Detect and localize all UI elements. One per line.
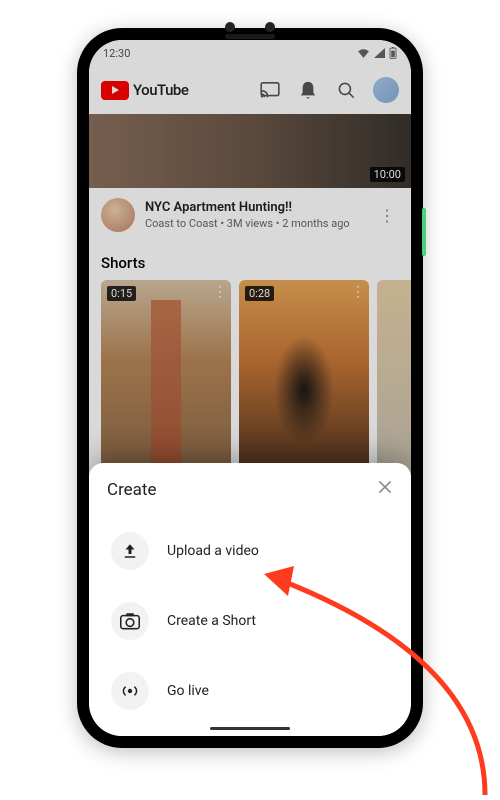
speaker <box>225 34 275 39</box>
video-meta-row[interactable]: NYC Apartment Hunting!! Coast to Coast •… <box>89 188 411 242</box>
video-subtitle: Coast to Coast • 3M views • 2 months ago <box>145 217 365 230</box>
cast-icon[interactable] <box>259 79 281 101</box>
kebab-icon[interactable]: ⋮ <box>375 206 399 225</box>
live-icon <box>111 672 149 710</box>
create-short-item[interactable]: Create a Short <box>107 586 393 656</box>
upload-video-item[interactable]: Upload a video <box>107 516 393 586</box>
shorts-shelf[interactable]: 0:15 ⋮ 0:28 ⋮ <box>89 280 411 480</box>
kebab-icon[interactable]: ⋮ <box>213 284 227 300</box>
status-bar: 12:30 <box>89 40 411 66</box>
duration-badge: 10:00 <box>370 167 405 182</box>
create-bottom-sheet: Create Upload a video Create a Short <box>89 463 411 736</box>
phone-frame: 12:30 YouTube 10: <box>77 28 423 748</box>
duration-badge: 0:28 <box>245 286 274 301</box>
search-icon[interactable] <box>335 79 357 101</box>
youtube-logo[interactable]: YouTube <box>101 81 188 100</box>
duration-badge: 0:15 <box>107 286 136 301</box>
status-time: 12:30 <box>103 47 130 60</box>
front-camera <box>265 22 275 32</box>
shorts-heading: Shorts <box>89 242 411 280</box>
power-button <box>422 208 426 256</box>
featured-thumbnail[interactable]: 10:00 <box>89 114 411 188</box>
front-camera <box>225 22 235 32</box>
short-card[interactable]: 0:28 ⋮ <box>239 280 369 480</box>
kebab-icon[interactable]: ⋮ <box>351 284 365 300</box>
channel-avatar[interactable] <box>101 198 135 232</box>
wifi-icon <box>357 48 370 58</box>
video-title: NYC Apartment Hunting!! <box>145 200 365 216</box>
sheet-item-label: Upload a video <box>167 543 259 559</box>
bell-icon[interactable] <box>297 79 319 101</box>
screen: 12:30 YouTube 10: <box>89 40 411 736</box>
battery-icon <box>389 47 397 59</box>
signal-icon <box>374 48 385 58</box>
close-icon[interactable] <box>377 479 393 500</box>
sheet-item-label: Create a Short <box>167 613 256 629</box>
brand-text: YouTube <box>133 81 188 99</box>
app-header: YouTube <box>89 66 411 114</box>
short-card[interactable]: 0:15 ⋮ <box>101 280 231 480</box>
go-live-item[interactable]: Go live <box>107 656 393 726</box>
upload-icon <box>111 532 149 570</box>
home-indicator[interactable] <box>210 727 290 730</box>
sheet-title: Create <box>107 480 157 500</box>
avatar[interactable] <box>373 77 399 103</box>
camera-icon <box>111 602 149 640</box>
short-card[interactable] <box>377 280 411 480</box>
sheet-item-label: Go live <box>167 683 209 699</box>
